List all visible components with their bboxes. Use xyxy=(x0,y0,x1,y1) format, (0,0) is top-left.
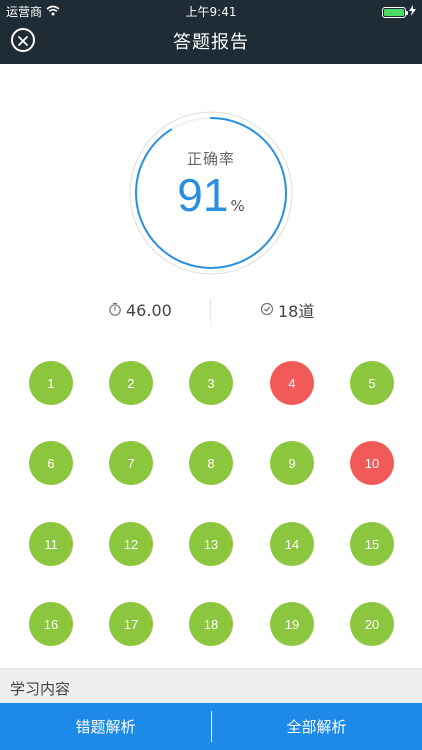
question-bubble-14[interactable]: 14 xyxy=(270,522,314,566)
accuracy-value-group: 91% xyxy=(128,168,294,222)
question-bubble-12[interactable]: 12 xyxy=(109,522,153,566)
accuracy-ring: 正确率 91% xyxy=(128,110,294,276)
question-bubble-2[interactable]: 2 xyxy=(109,361,153,405)
question-bubble-3[interactable]: 3 xyxy=(189,361,233,405)
question-bubble-4[interactable]: 4 xyxy=(270,361,314,405)
question-bubble-7[interactable]: 7 xyxy=(109,441,153,485)
question-bubble-11[interactable]: 11 xyxy=(29,522,73,566)
question-bubble-9[interactable]: 9 xyxy=(270,441,314,485)
time-stat: 46.00 xyxy=(108,296,172,324)
question-bubble-20[interactable]: 20 xyxy=(350,602,394,646)
accuracy-unit: % xyxy=(230,197,245,215)
time-value: 46.00 xyxy=(126,300,172,320)
question-bubble-18[interactable]: 18 xyxy=(189,602,233,646)
header: 运营商 上午9:41 答题报告 xyxy=(0,0,422,64)
clock-check-icon xyxy=(260,301,274,320)
question-bubble-5[interactable]: 5 xyxy=(350,361,394,405)
status-bar: 运营商 上午9:41 xyxy=(0,0,422,20)
all-analysis-button[interactable]: 全部解析 xyxy=(211,703,422,750)
stopwatch-icon xyxy=(108,301,122,320)
question-bubble-17[interactable]: 17 xyxy=(109,602,153,646)
question-bubble-19[interactable]: 19 xyxy=(270,602,314,646)
question-bubble-6[interactable]: 6 xyxy=(29,441,73,485)
study-content-title: 学习内容 xyxy=(10,680,71,698)
stats-divider xyxy=(210,298,211,322)
question-bubble-8[interactable]: 8 xyxy=(189,441,233,485)
question-bubble-15[interactable]: 15 xyxy=(350,522,394,566)
question-bubble-13[interactable]: 13 xyxy=(189,522,233,566)
wrong-analysis-button[interactable]: 错题解析 xyxy=(0,703,211,750)
question-bubble-1[interactable]: 1 xyxy=(29,361,73,405)
page-title: 答题报告 xyxy=(173,32,249,53)
status-right xyxy=(382,5,416,19)
battery-icon xyxy=(382,6,408,18)
stats-row: 46.00 18道 xyxy=(0,296,422,324)
study-content-section: 学习内容 xyxy=(0,668,422,703)
answer-report-screen: 运营商 上午9:41 答题报告 正确率 91 % 46.00 18道 1 2 3… xyxy=(0,0,422,750)
accuracy-value: 91 xyxy=(177,169,229,221)
accuracy-label: 正确率 xyxy=(186,150,235,168)
question-count: 18道 xyxy=(278,302,315,321)
question-bubble-10[interactable]: 10 xyxy=(350,441,394,485)
nav-bar: 答题报告 xyxy=(0,20,422,64)
bottom-divider xyxy=(211,711,212,742)
question-bubble-16[interactable]: 16 xyxy=(29,602,73,646)
bottom-action-bar: 错题解析 全部解析 xyxy=(0,703,422,750)
charging-bolt-icon xyxy=(409,5,416,19)
count-stat: 18道 xyxy=(260,296,314,324)
status-time: 上午9:41 xyxy=(185,5,237,19)
